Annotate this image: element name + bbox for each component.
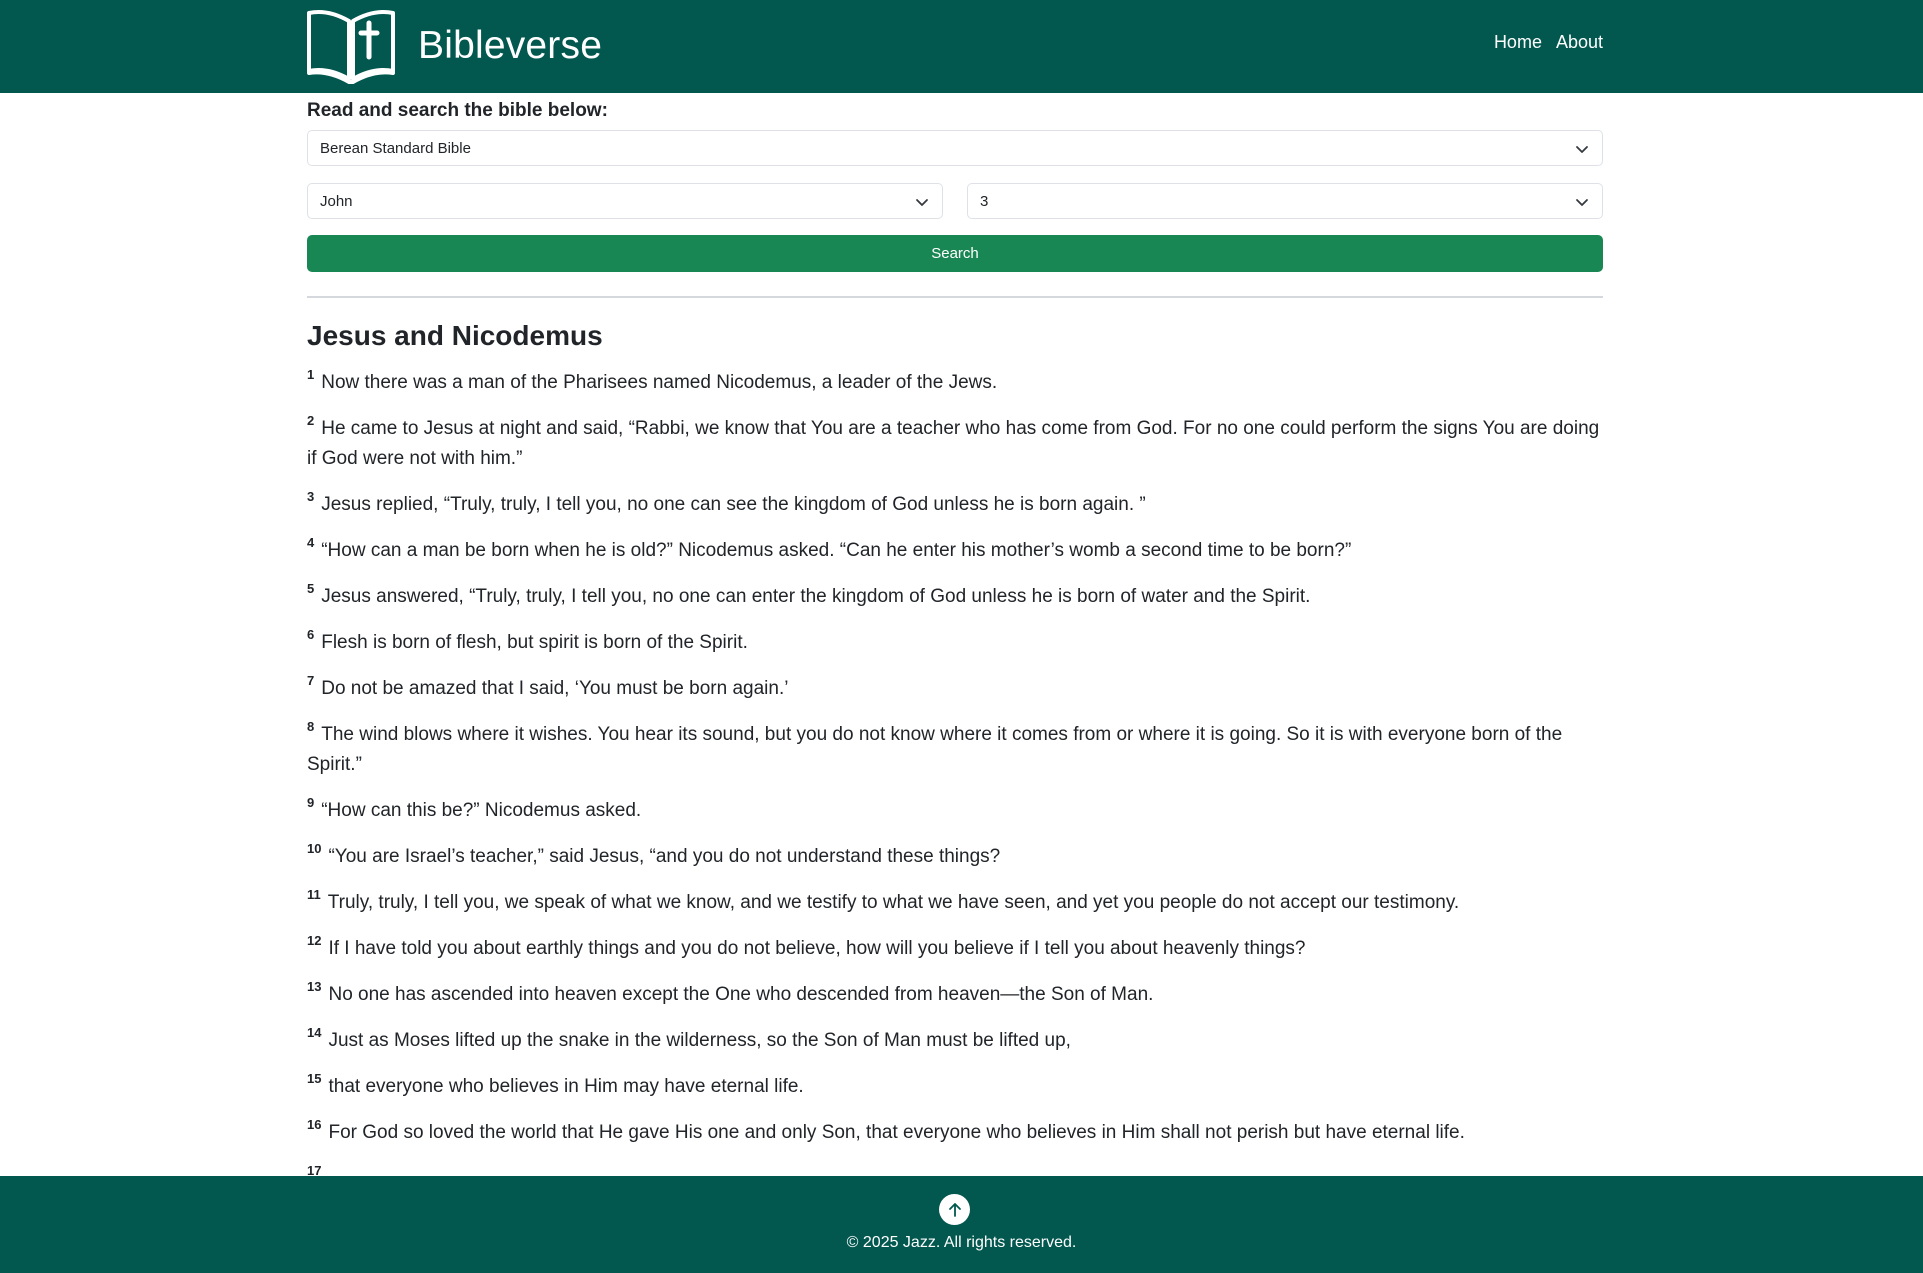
verse-number: 6 (307, 627, 315, 642)
verse-number: 11 (307, 887, 321, 902)
verse: 6 Flesh is born of flesh, but spirit is b… (307, 628, 1603, 658)
verse-text: “How can a man be born when he is old?” … (321, 540, 1352, 561)
arrow-up-icon (948, 1202, 961, 1217)
chapter-select[interactable]: 3 (967, 183, 1603, 219)
verse-text: “How can this be?” Nicodemus asked. (321, 800, 642, 821)
verse: 13 No one has ascended into heaven except… (307, 980, 1603, 1010)
verse: 12 If I have told you about earthly thing… (307, 934, 1603, 964)
verse-number: 15 (307, 1071, 322, 1086)
verse-text: Flesh is born of flesh, but spirit is bo… (321, 632, 748, 653)
verse: 15 that everyone who believes in Him may … (307, 1072, 1603, 1102)
nav-home-link[interactable]: Home (1494, 32, 1542, 53)
verse-number: 12 (307, 933, 322, 948)
footer: © 2025 Jazz. All rights reserved. (0, 1176, 1923, 1273)
verse: 1 Now there was a man of the Pharisees na… (307, 368, 1603, 398)
verse-text: Now there was a man of the Pharisees nam… (321, 372, 998, 393)
book-chapter-row: John 3 (307, 183, 1603, 219)
chevron-down-icon (1576, 146, 1588, 153)
search-heading: Read and search the bible below: (307, 100, 608, 121)
verse-number: 10 (307, 841, 322, 856)
verse-text: For God so loved the world that He gave … (328, 1122, 1465, 1143)
verse-text: The wind blows where it wishes. You hear… (307, 724, 1563, 775)
verse-text: “You are Israel’s teacher,” said Jesus, … (328, 846, 1001, 867)
open-bible-cross-icon (307, 10, 395, 84)
verse-number: 14 (307, 1025, 322, 1040)
verse: 4 “How can a man be born when he is old?”… (307, 536, 1603, 566)
verse-number: 16 (307, 1117, 322, 1132)
bible-version-value: Berean Standard Bible (320, 140, 471, 157)
verse-number: 2 (307, 413, 315, 428)
verse-number: 1 (307, 367, 315, 382)
verse-text: If I have told you about earthly things … (328, 938, 1306, 959)
chevron-down-icon (1576, 199, 1588, 206)
verse: 14 Just as Moses lifted up the snake in t… (307, 1026, 1603, 1056)
copyright-text: © 2025 Jazz. All rights reserved. (846, 1234, 1077, 1251)
verse-number: 8 (307, 719, 315, 734)
verse-text: He came to Jesus at night and said, “Rab… (307, 418, 1600, 469)
verse: 3 Jesus replied, “Truly, truly, I tell yo… (307, 490, 1603, 520)
verse-text: Jesus answered, “Truly, truly, I tell yo… (321, 586, 1311, 607)
verse-text: Jesus replied, “Truly, truly, I tell you… (321, 494, 1146, 515)
main-content: Read and search the bible below: Berean … (307, 93, 1603, 1210)
nav-links: Home About (1494, 32, 1603, 53)
verse-number: 3 (307, 489, 315, 504)
divider (307, 296, 1603, 298)
back-to-top-button[interactable] (939, 1194, 970, 1225)
verse: 8 The wind blows where it wishes. You hea… (307, 720, 1603, 780)
verse-text: that everyone who believes in Him may ha… (328, 1076, 804, 1097)
verse: 5 Jesus answered, “Truly, truly, I tell y… (307, 582, 1603, 612)
verse: 11 Truly, truly, I tell you, we speak of … (307, 888, 1603, 918)
verse-text: Just as Moses lifted up the snake in the… (328, 1030, 1071, 1051)
bible-version-select[interactable]: Berean Standard Bible (307, 130, 1603, 166)
brand-name: Bibleverse (418, 24, 603, 67)
navbar: Bibleverse Home About (0, 0, 1923, 93)
nav-about-link[interactable]: About (1556, 32, 1603, 53)
verse-number: 9 (307, 795, 315, 810)
book-value: John (320, 193, 353, 210)
verse-number: 7 (307, 673, 315, 688)
chevron-down-icon (916, 199, 928, 206)
verse: 16 For God so loved the world that He gav… (307, 1118, 1603, 1148)
search-button[interactable]: Search (307, 235, 1603, 272)
verse-text: No one has ascended into heaven except t… (328, 984, 1154, 1005)
verse-list: 1 Now there was a man of the Pharisees na… (307, 368, 1603, 1194)
brand[interactable]: Bibleverse (306, 6, 602, 86)
verse-number: 5 (307, 581, 315, 596)
chapter-value: 3 (980, 193, 989, 210)
verse-number: 13 (307, 979, 322, 994)
chapter-title: Jesus and Nicodemus (307, 320, 603, 351)
verse: 7 Do not be amazed that I said, ‘You must… (307, 674, 1603, 704)
verse: 10 “You are Israel’s teacher,” said Jesus… (307, 842, 1603, 872)
book-select[interactable]: John (307, 183, 943, 219)
verse-text: Do not be amazed that I said, ‘You must … (321, 678, 789, 699)
verse-number: 4 (307, 535, 315, 550)
verse: 2 He came to Jesus at night and said, “Ra… (307, 414, 1603, 474)
verse-text: Truly, truly, I tell you, we speak of wh… (327, 892, 1460, 913)
verse: 9 “How can this be?” Nicodemus asked. (307, 796, 1603, 826)
